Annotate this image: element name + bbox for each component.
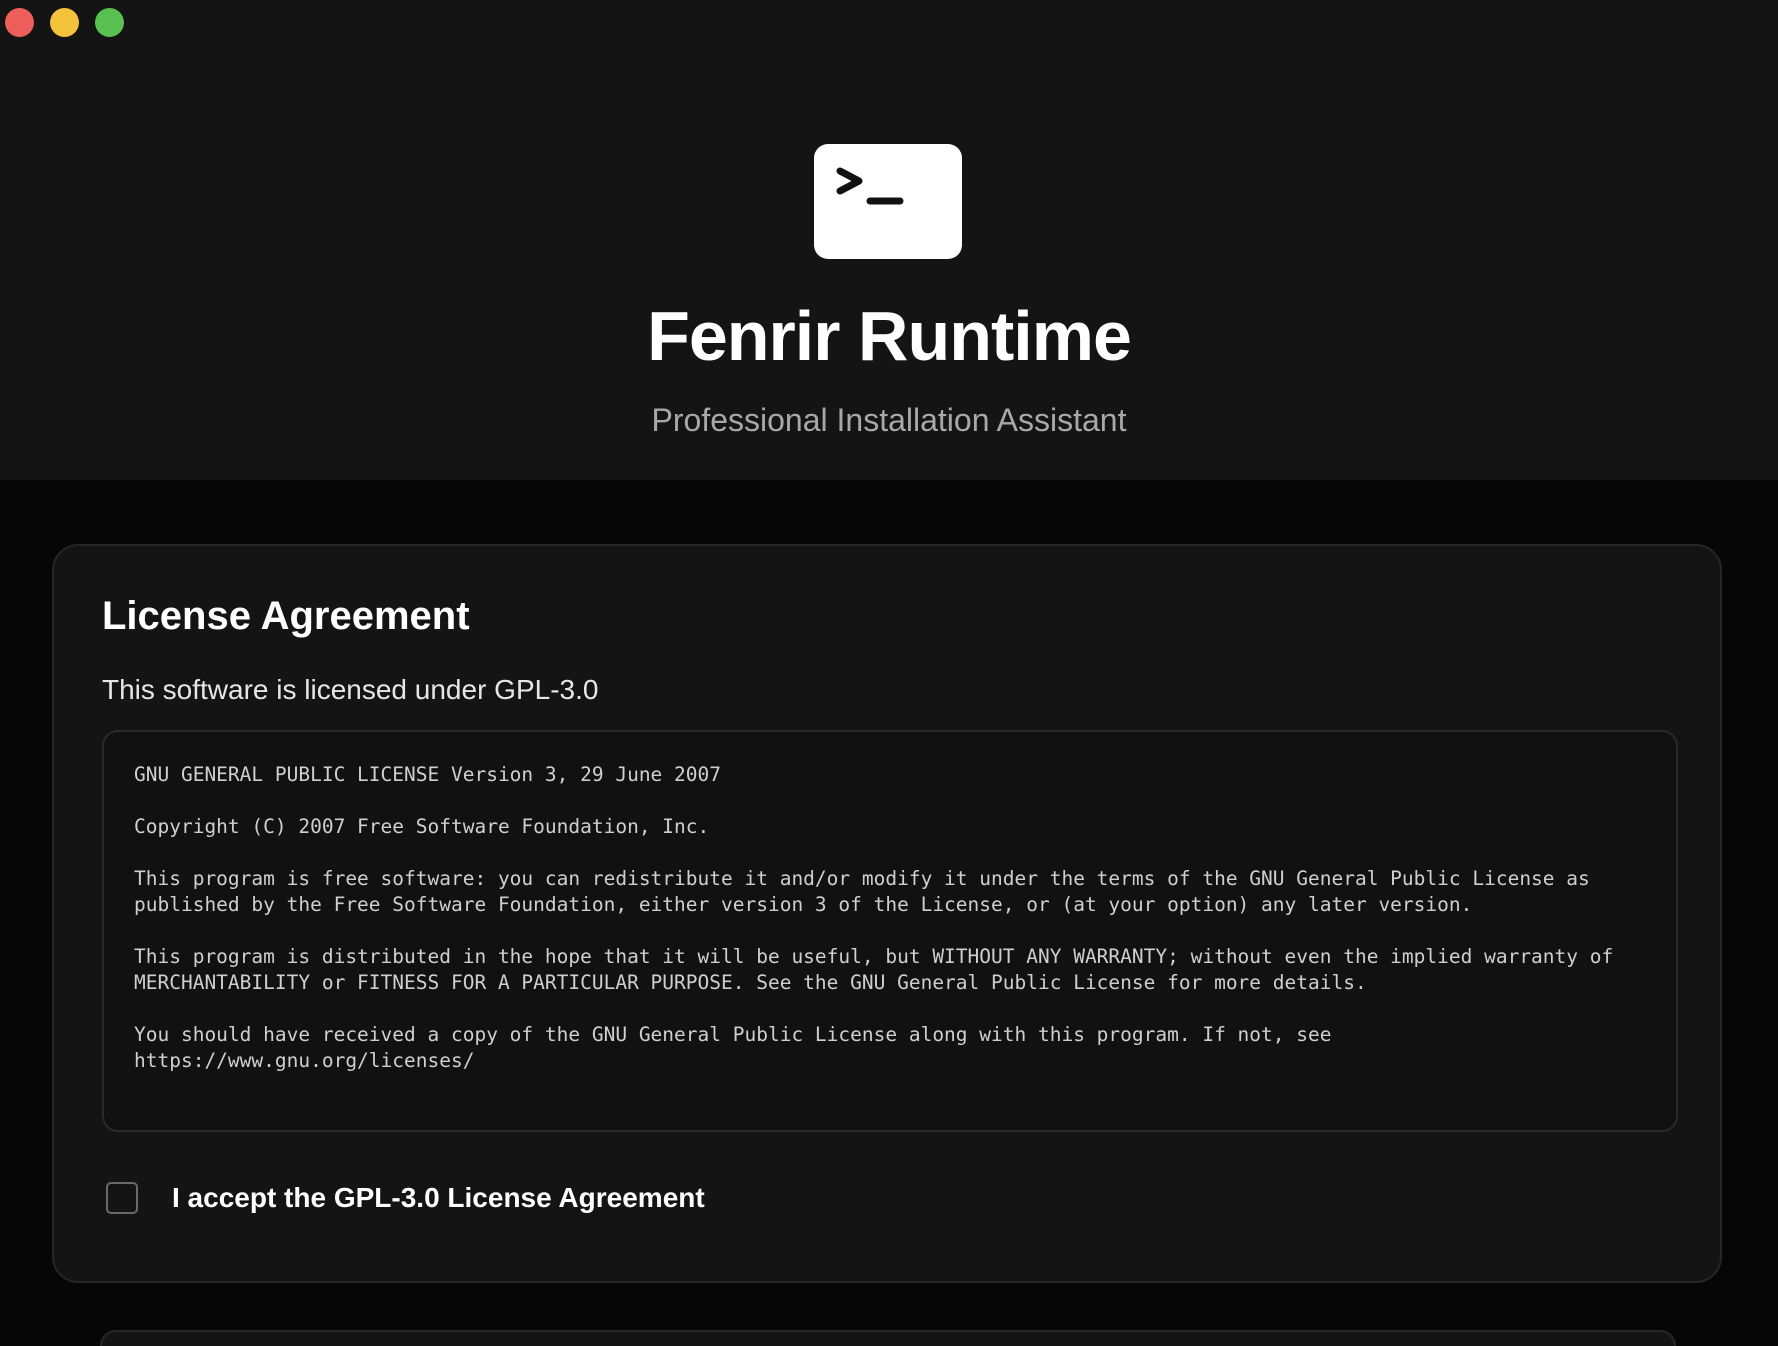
license-text-box[interactable]: GNU GENERAL PUBLIC LICENSE Version 3, 29… [102,730,1678,1132]
license-heading: License Agreement [102,594,470,638]
accept-license-row[interactable]: I accept the GPL-3.0 License Agreement [106,1182,705,1214]
app-title: Fenrir Runtime [647,297,1132,375]
next-section-card [100,1330,1676,1346]
accept-license-checkbox[interactable] [106,1182,138,1214]
terminal-icon [814,144,962,259]
license-paragraph: Copyright (C) 2007 Free Software Foundat… [134,815,710,838]
window-controls [5,8,124,37]
license-paragraph: GNU GENERAL PUBLIC LICENSE Version 3, 29… [134,763,721,786]
license-card: License Agreement This software is licen… [52,544,1722,1283]
installer-window: Fenrir Runtime Professional Installation… [0,0,1778,1346]
license-paragraph: This program is distributed in the hope … [134,945,1625,994]
app-subtitle: Professional Installation Assistant [651,402,1127,438]
license-paragraph: You should have received a copy of the G… [134,1023,1344,1072]
accept-license-label[interactable]: I accept the GPL-3.0 License Agreement [172,1182,705,1214]
zoom-button[interactable] [95,8,124,37]
license-paragraph: This program is free software: you can r… [134,867,1602,916]
header-banner: Fenrir Runtime Professional Installation… [0,0,1778,480]
license-description: This software is licensed under GPL-3.0 [102,674,599,705]
close-button[interactable] [5,8,34,37]
minimize-button[interactable] [50,8,79,37]
